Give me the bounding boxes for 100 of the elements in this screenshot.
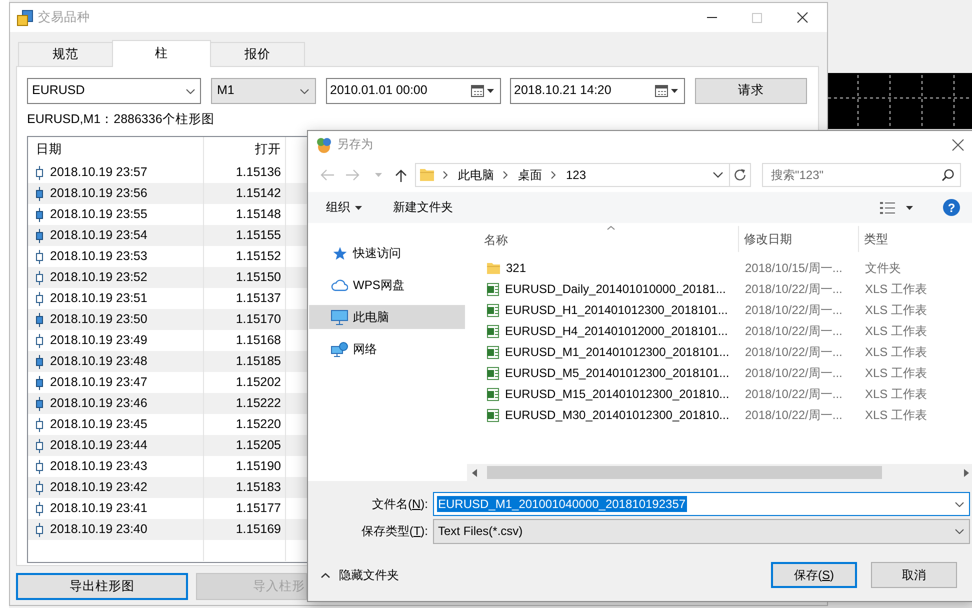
star-icon	[332, 246, 346, 260]
monitor-icon	[331, 310, 348, 324]
refresh-icon[interactable]	[734, 169, 746, 181]
breadcrumb-item[interactable]: 桌面	[518, 168, 542, 182]
nav-item[interactable]: 快速访问	[309, 241, 465, 265]
table-cell: 2018.10.19 23:47	[50, 374, 148, 390]
organize-menu-button[interactable]: 组织	[326, 200, 362, 215]
column-header[interactable]: 打开	[204, 137, 286, 162]
nav-item[interactable]: 此电脑	[309, 305, 465, 329]
table-cell: 1.15222	[204, 393, 286, 414]
tab[interactable]: 规范	[18, 42, 113, 66]
chevron-down-icon[interactable]	[955, 529, 964, 534]
chevron-right-icon[interactable]	[443, 171, 448, 179]
search-field[interactable]: 搜索"123"	[762, 163, 961, 187]
file-name[interactable]: EURUSD_M5_201401012300_2018101...	[505, 366, 730, 381]
table-cell: 2018.10.19 23:44	[50, 438, 148, 454]
table-cell: 2018.10.19 23:49	[50, 332, 148, 348]
column-header[interactable]: 修改日期	[739, 226, 859, 252]
file-date: 2018/10/15/周一...	[745, 261, 844, 276]
symbol-dropdown[interactable]: EURUSD	[27, 78, 201, 104]
column-header[interactable]: 类型	[859, 226, 888, 252]
file-name[interactable]: EURUSD_M15_201401012300_201810...	[505, 387, 730, 402]
window-icon	[17, 10, 33, 26]
nav-item[interactable]: 网络	[309, 337, 465, 361]
chevron-down-icon[interactable]	[713, 172, 723, 178]
help-button[interactable]: ?	[943, 199, 960, 216]
field-label: 文件名(N):	[370, 496, 428, 512]
table-cell: 2018.10.19 23:40	[50, 522, 148, 538]
calendar-icon[interactable]	[471, 85, 484, 97]
breadcrumb-item[interactable]: 123	[566, 168, 586, 182]
file-name[interactable]: EURUSD_M30_201401012300_201810...	[505, 408, 730, 423]
chevron-right-icon[interactable]	[551, 171, 556, 179]
file-name-field[interactable]: EURUSD_M1_201001040000_201810192357	[433, 492, 970, 516]
timeframe-dropdown[interactable]: M1	[211, 78, 316, 104]
table-cell: 2018.10.19 23:48	[50, 354, 148, 370]
column-header[interactable]: 名称	[467, 226, 739, 252]
file-name[interactable]: EURUSD_H4_201401012000_2018101...	[505, 324, 728, 339]
spreadsheet-file-icon	[487, 325, 499, 338]
request-button[interactable]: 请求	[695, 78, 807, 104]
horizontal-scrollbar[interactable]	[467, 464, 972, 481]
scrollbar-thumb[interactable]	[487, 466, 882, 479]
chevron-down-icon[interactable]	[955, 502, 964, 506]
close-icon[interactable]	[797, 12, 808, 23]
table-cell: 2018.10.19 23:42	[50, 480, 148, 496]
folder-icon	[487, 263, 500, 274]
file-date: 2018/10/22/周一...	[745, 345, 844, 360]
table-cell: 1.15205	[204, 435, 286, 456]
table-cell: 1.15155	[204, 225, 286, 246]
up-arrow-icon[interactable]	[395, 168, 407, 182]
chevron-down-icon[interactable]	[186, 88, 195, 94]
table-cell: 2018.10.19 23:52	[50, 270, 148, 286]
chevron-down-icon[interactable]	[300, 88, 309, 94]
caret-down-icon[interactable]	[906, 206, 913, 210]
table-cell: 1.15169	[204, 519, 286, 540]
file-date: 2018/10/22/周一...	[745, 303, 844, 318]
scroll-left-icon[interactable]	[472, 468, 477, 476]
table-cell: 1.15170	[204, 309, 286, 330]
file-name[interactable]: EURUSD_H1_201401012300_2018101...	[505, 303, 728, 318]
hide-folders-toggle[interactable]: 隐藏文件夹	[321, 568, 399, 582]
search-icon[interactable]	[942, 169, 954, 181]
address-bar[interactable]: 此电脑 桌面 123	[415, 163, 751, 187]
table-cell: 2018.10.19 23:45	[50, 416, 148, 432]
window-title: 交易品种	[38, 10, 90, 26]
save-button[interactable]: 保存(S)	[771, 562, 857, 588]
caret-down-icon[interactable]	[671, 89, 678, 93]
spreadsheet-file-icon	[487, 367, 499, 380]
table-cell: 2018.10.19 23:55	[50, 206, 148, 222]
chevron-right-icon[interactable]	[503, 171, 508, 179]
file-date: 2018/10/22/周一...	[745, 366, 844, 381]
tab[interactable]: 柱	[112, 40, 211, 67]
table-cell: 2018.10.19 23:56	[50, 186, 148, 202]
view-options-icon[interactable]	[880, 202, 895, 214]
breadcrumb-item[interactable]: 此电脑	[458, 168, 494, 182]
column-header[interactable]: 日期	[28, 137, 204, 162]
file-type: XLS 工作表	[865, 345, 928, 360]
spreadsheet-file-icon	[487, 388, 499, 401]
table-cell: 1.15150	[204, 267, 286, 288]
tab[interactable]: 报价	[210, 42, 305, 66]
nav-item[interactable]: WPS网盘	[309, 273, 465, 297]
date-from-field[interactable]: 2010.01.01 00:00	[326, 78, 501, 104]
scroll-right-icon[interactable]	[964, 468, 969, 476]
file-type-dropdown[interactable]: Text Files(*.csv)	[433, 519, 970, 544]
export-bars-button[interactable]: 导出柱形图	[16, 573, 188, 600]
file-name[interactable]: 321	[506, 261, 526, 276]
date-to-field[interactable]: 2018.10.21 14:20	[510, 78, 685, 104]
file-name[interactable]: EURUSD_M1_201401012300_2018101...	[505, 345, 730, 360]
caret-down-icon[interactable]	[487, 89, 494, 93]
sort-caret-icon	[607, 226, 615, 230]
spreadsheet-file-icon	[487, 409, 499, 422]
cancel-button[interactable]: 取消	[871, 562, 957, 588]
close-icon[interactable]	[952, 138, 964, 150]
file-name[interactable]: EURUSD_Daily_201401010000_20181...	[505, 282, 726, 297]
table-cell: 1.15185	[204, 351, 286, 372]
spreadsheet-file-icon	[487, 346, 499, 359]
window-title: 另存为	[337, 137, 373, 152]
new-folder-button[interactable]: 新建文件夹	[393, 200, 453, 215]
file-type: 文件夹	[865, 261, 901, 276]
spreadsheet-file-icon	[487, 304, 499, 317]
app-logo-icon	[316, 136, 332, 152]
calendar-icon[interactable]	[655, 85, 668, 97]
